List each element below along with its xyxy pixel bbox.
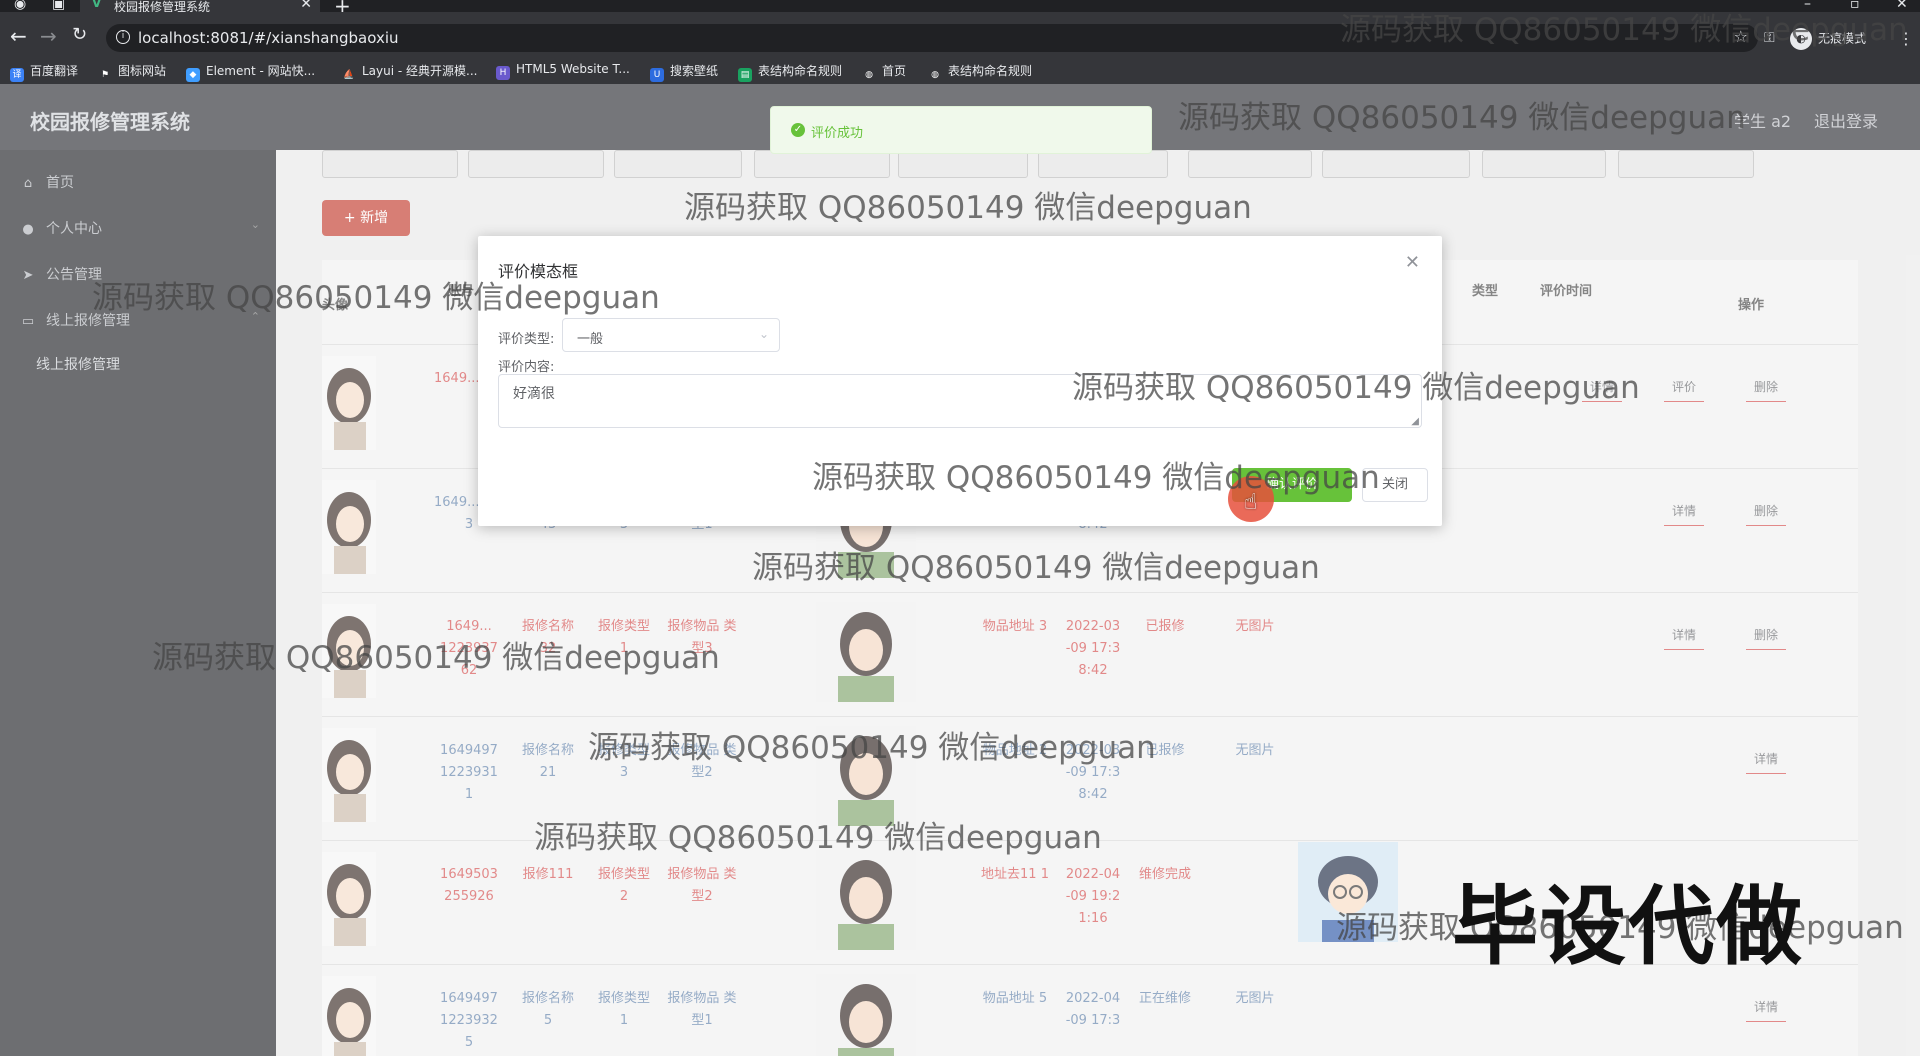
- vue-icon: V: [92, 0, 102, 10]
- success-toast: ✓ 评价成功: [770, 106, 1152, 154]
- wallpaper-icon: U: [650, 68, 664, 82]
- bookmark-item[interactable]: ◍ 表结构命名规则: [928, 62, 1032, 82]
- bookmark-label: Element - 网站快...: [206, 64, 316, 78]
- flag-icon: ⚑: [100, 70, 110, 80]
- tab-close-icon[interactable]: ✕: [300, 0, 312, 12]
- globe-icon: ◍: [865, 70, 873, 80]
- watermark: 源码获取 QQ86050149 微信deepguan: [812, 460, 1380, 496]
- globe-icon: ◍: [931, 70, 939, 80]
- bookmark-item[interactable]: H HTML5 Website T...: [496, 62, 630, 80]
- forward-icon[interactable]: →: [40, 24, 57, 48]
- eval-type-select[interactable]: 一般 ⌄: [562, 318, 780, 352]
- big-watermark: 毕设代做: [1452, 877, 1804, 977]
- resize-grip-icon[interactable]: ◢: [1411, 416, 1419, 427]
- translate-icon: 译: [10, 68, 24, 82]
- info-icon[interactable]: i: [116, 30, 130, 44]
- sheet-icon: ▤: [738, 68, 752, 82]
- watermark: 源码获取 QQ86050149 微信deepguan: [1072, 370, 1640, 406]
- browser-logo-icon: ◉: [14, 0, 27, 12]
- bookmark-label: 图标网站: [118, 64, 167, 78]
- eval-content-value: 好滴很: [513, 386, 555, 402]
- toast-message: 评价成功: [811, 126, 864, 141]
- bookmark-item[interactable]: 译百度翻译: [10, 62, 78, 82]
- watermark: 源码获取 QQ86050149 微信deepguan: [588, 730, 1156, 766]
- bookmark-item[interactable]: ▤ 表结构命名规则: [738, 62, 842, 82]
- bookmark-item[interactable]: ◍ 首页: [862, 62, 906, 82]
- bookmark-label: 搜索壁纸: [670, 64, 719, 78]
- back-icon[interactable]: ←: [10, 24, 27, 48]
- chevron-down-icon: ⌄: [758, 327, 769, 341]
- tab-title: 校园报修管理系统: [114, 0, 211, 12]
- bookmark-label: 表结构命名规则: [948, 64, 1033, 78]
- watermark: 源码获取 QQ86050149 微信deepguan: [684, 190, 1252, 226]
- bookmark-label: HTML5 Website T...: [516, 62, 630, 76]
- bookmark-item[interactable]: U 搜索壁纸: [650, 62, 718, 82]
- browser-tab[interactable]: V 校园报修管理系统 ✕: [80, 0, 320, 12]
- watermark: 源码获取 QQ86050149 微信deepguan: [92, 280, 660, 316]
- bookmark-label: 首页: [882, 64, 907, 78]
- bookmark-item[interactable]: ⚑ 图标网站: [98, 62, 166, 82]
- watermark: 源码获取 QQ86050149 微信deepguan: [1340, 12, 1908, 48]
- bookmark-item[interactable]: ◆ Element - 网站快...: [186, 62, 315, 82]
- bookmark-label: 百度翻译: [30, 64, 79, 78]
- eval-type-value: 一般: [577, 332, 604, 347]
- bookmark-item[interactable]: ⛵ Layui - 经典开源模...: [342, 62, 477, 82]
- bookmark-label: Layui - 经典开源模...: [362, 64, 478, 78]
- bookmarks-bar: 译百度翻译 ⚑ 图标网站 ◆ Element - 网站快... ⛵ Layui - 经…: [0, 56, 1920, 84]
- watermark: 源码获取 QQ86050149 微信deepguan: [1178, 100, 1746, 136]
- eval-type-label: 评价类型:: [498, 332, 555, 347]
- eval-content-label: 评价内容:: [498, 360, 555, 375]
- watermark: 源码获取 QQ86050149 微信deepguan: [752, 550, 1320, 586]
- check-icon: ✓: [791, 123, 805, 137]
- html5-icon: H: [496, 66, 510, 80]
- reload-icon[interactable]: ↻: [72, 24, 87, 45]
- tab-group-icon[interactable]: ▣: [52, 0, 65, 12]
- watermark: 源码获取 QQ86050149 微信deepguan: [534, 820, 1102, 856]
- watermark: 源码获取 QQ86050149 微信deepguan: [152, 640, 720, 676]
- bookmark-label: 表结构命名规则: [758, 64, 843, 78]
- close-icon[interactable]: ✕: [1405, 252, 1420, 273]
- layui-icon: ⛵: [343, 70, 355, 80]
- url-text: localhost:8081/#/xianshangbaoxiu: [138, 29, 399, 47]
- element-icon: ◆: [186, 68, 200, 82]
